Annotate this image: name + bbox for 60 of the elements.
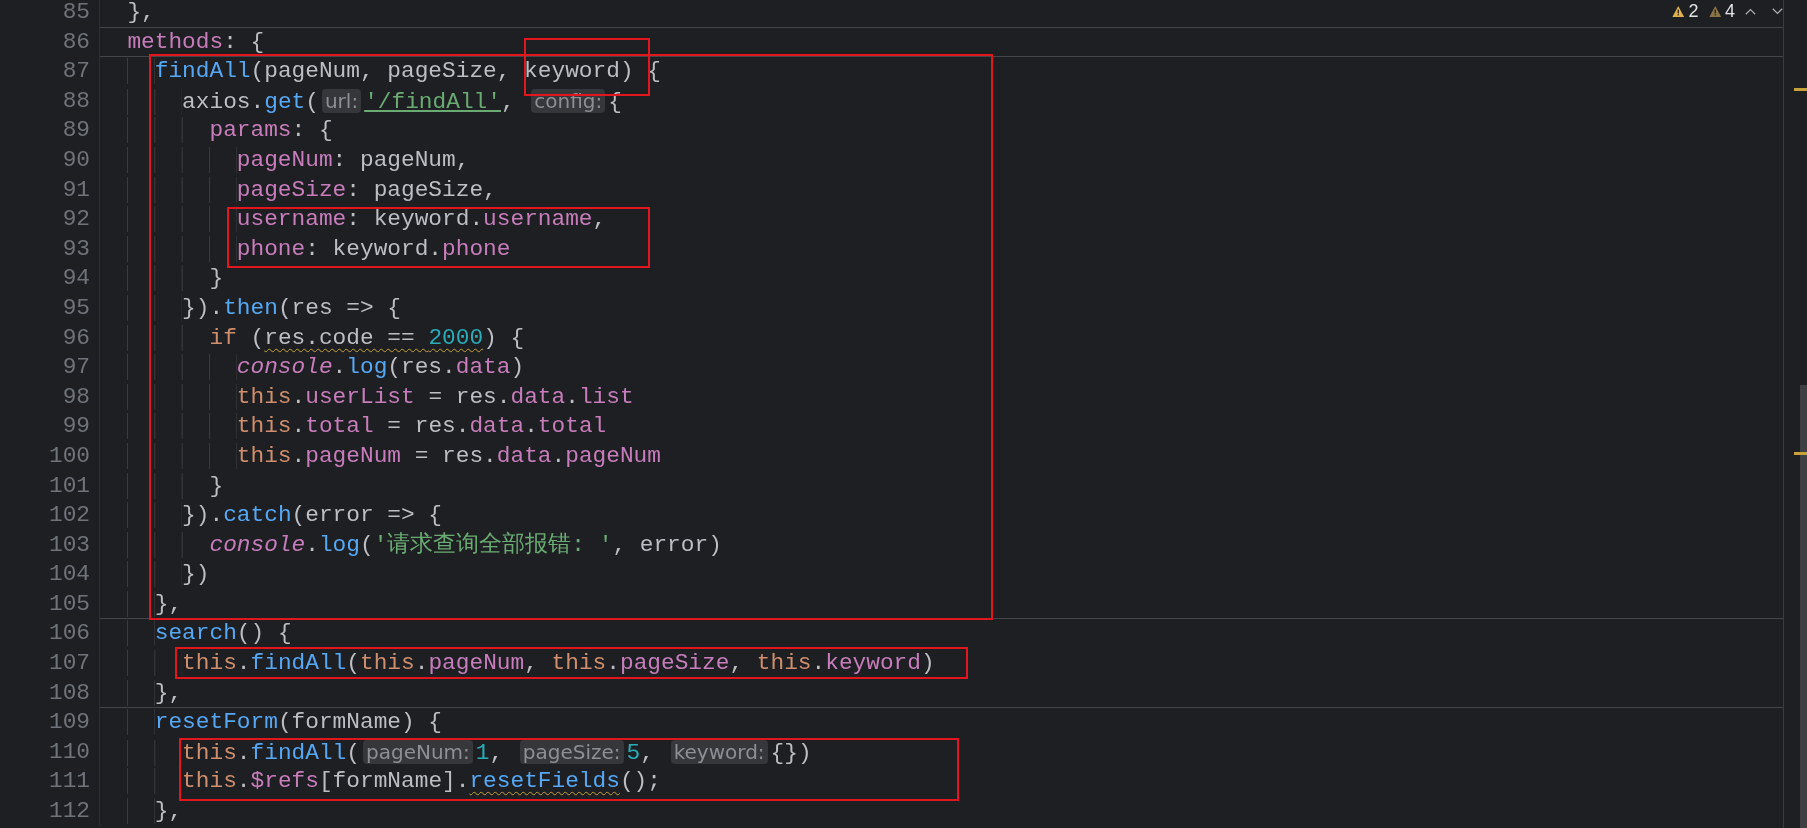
warning-icon[interactable] [1672, 3, 1685, 19]
code-line: }, [100, 798, 183, 825]
line-number: 112 [0, 797, 100, 827]
line-number: 106 [0, 619, 100, 650]
line-number: 95 [0, 293, 100, 324]
scrollbar-thumb[interactable] [1800, 385, 1807, 828]
chevron-down-icon[interactable] [1772, 6, 1783, 16]
line-number: 109 [0, 708, 100, 738]
code-line: username: keyword.username, [100, 206, 607, 233]
line-number: 104 [0, 560, 100, 590]
line-number: 99 [0, 412, 100, 442]
line-number: 91 [0, 175, 100, 206]
code-line: }).then(res => { [100, 294, 401, 321]
line-number: 93 [0, 234, 100, 265]
line-number: 110 [0, 737, 100, 768]
code-line: this.findAll( pageNum: 1, pageSize: 5, keyword: {}) [100, 739, 812, 766]
code-line: console.log(res.data) [100, 354, 525, 381]
line-number: 96 [0, 323, 100, 354]
code-line: pageSize: pageSize, [100, 176, 497, 203]
code-line: this.findAll(this.pageNum, this.pageSize, this.keyword) [100, 650, 935, 677]
line-number: 98 [0, 382, 100, 413]
line-number: 87 [0, 57, 100, 87]
scrollbar[interactable] [1783, 0, 1807, 828]
line-number: 86 [0, 27, 100, 58]
line-number: 111 [0, 767, 100, 798]
warning-count[interactable]: 4 [1725, 0, 1736, 22]
chevron-up-icon[interactable] [1745, 6, 1757, 16]
line-number: 88 [0, 86, 100, 117]
line-number: 108 [0, 678, 100, 709]
code-line: console.log('请求查询全部报错: ', error) [100, 531, 722, 558]
line-number: 103 [0, 530, 100, 561]
code-line: params: { [100, 117, 333, 144]
code-line: this.userList = res.data.list [100, 383, 634, 410]
code-line: }, [100, 679, 183, 706]
line-number: 90 [0, 145, 100, 176]
code-line: methods: { [126, 28, 265, 55]
code-line: pageNum: pageNum, [100, 146, 470, 173]
line-number: 100 [0, 441, 100, 472]
line-number: 101 [0, 471, 100, 502]
line-number: 85 [0, 0, 100, 28]
code-line: phone: keyword.phone [100, 235, 511, 262]
code-line: resetForm(formName) { [100, 709, 443, 736]
code-line: }, [100, 590, 183, 617]
line-number: 94 [0, 264, 100, 294]
code-line: if (res.code == 2000) { [100, 324, 525, 351]
line-number: 97 [0, 353, 100, 383]
code-line: search() { [100, 620, 292, 647]
line-number: 102 [0, 501, 100, 531]
code-line: this.pageNum = res.data.pageNum [100, 442, 661, 469]
code-line: findAll(pageNum, pageSize, keyword) { [100, 58, 661, 85]
line-number: 107 [0, 649, 100, 679]
warning-count[interactable]: 2 [1688, 0, 1699, 22]
code-line: this.total = res.data.total [100, 413, 607, 440]
code-line: this.$refs[formName].resetFields(); [100, 768, 661, 795]
line-number: 89 [0, 116, 100, 146]
warning-icon[interactable] [1708, 3, 1722, 19]
code-line: }, [126, 0, 155, 25]
line-number: 92 [0, 205, 100, 235]
line-number: 105 [0, 589, 100, 620]
code-line: }).catch(error => { [100, 502, 443, 529]
